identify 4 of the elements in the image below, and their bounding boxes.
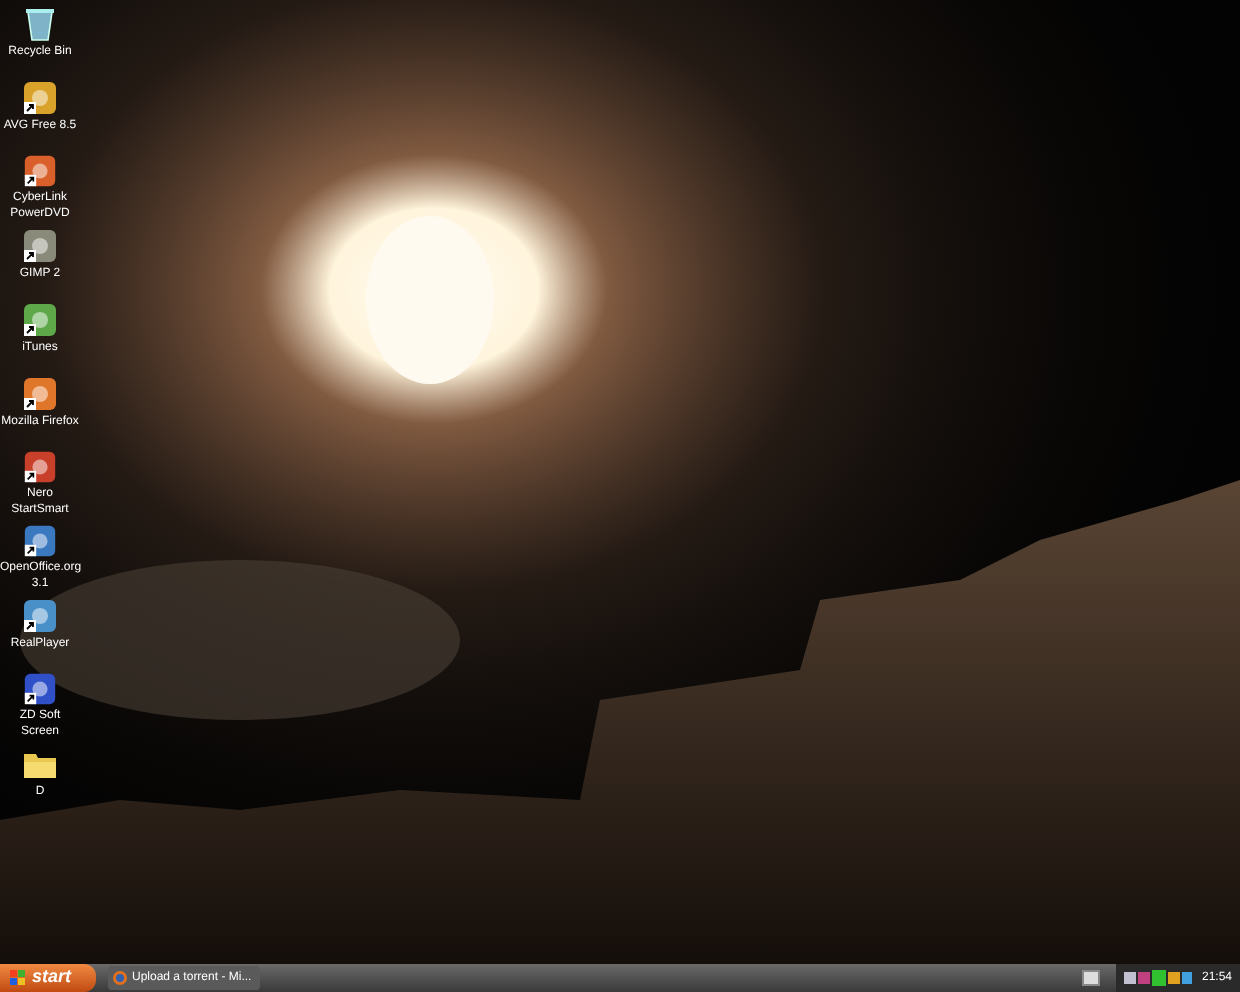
tray-icons-drawing[interactable] xyxy=(1123,970,1192,986)
keyboard-icon[interactable] xyxy=(1081,970,1100,986)
windows-logo-icon xyxy=(10,970,26,986)
browser-icon xyxy=(112,970,128,986)
